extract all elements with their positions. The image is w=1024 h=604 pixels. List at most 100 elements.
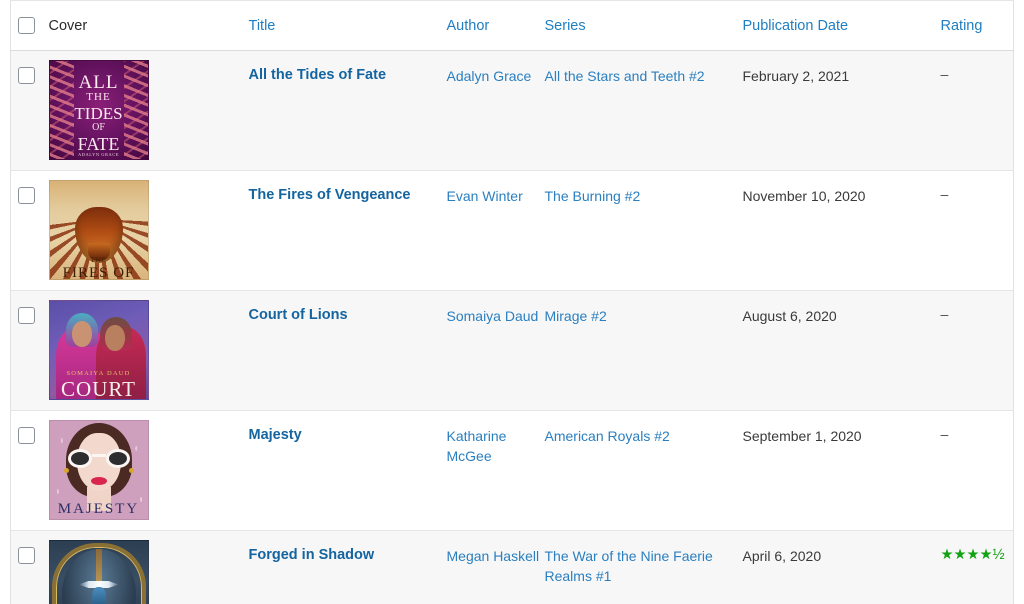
- book-cover-image[interactable]: THE FIRES OF: [48, 180, 149, 280]
- row-title-cell: All the Tides of Fate: [248, 50, 447, 171]
- row-select-cell: [10, 290, 49, 411]
- cover-text-line4: OF: [92, 122, 105, 133]
- cover-text-line2: FIRES OF: [62, 265, 135, 280]
- book-list-page: Cover Title Author Series Publication Da…: [0, 0, 1024, 604]
- book-title-link[interactable]: Court of Lions: [249, 307, 348, 323]
- row-rating-cell: –: [940, 410, 1014, 531]
- book-publication-date: August 6, 2020: [742, 308, 837, 324]
- row-checkbox[interactable]: [18, 426, 35, 444]
- cover-sunglasses-left-icon: [67, 449, 92, 468]
- row-cover-cell: THE FIRES OF: [48, 170, 249, 291]
- book-rating: –: [940, 186, 949, 202]
- row-rating-cell: –: [940, 290, 1014, 411]
- cover-text-line5: FATE: [77, 134, 120, 154]
- cover-earring-right-icon: [128, 468, 134, 473]
- select-all-checkbox[interactable]: [18, 17, 35, 34]
- column-header-rating[interactable]: Rating: [941, 18, 983, 34]
- row-select-cell: [10, 410, 49, 531]
- row-select-cell: [10, 530, 49, 604]
- row-author-cell: Katharine McGee: [446, 410, 545, 531]
- book-rating: ★★★★½: [940, 547, 1005, 563]
- row-title-cell: Forged in Shadow: [248, 530, 447, 604]
- column-header-author[interactable]: Author: [447, 18, 490, 34]
- row-cover-cell: Megan Haskell: [48, 530, 249, 604]
- row-checkbox[interactable]: [18, 186, 35, 204]
- book-author-link[interactable]: Megan Haskell: [447, 546, 540, 566]
- book-title-link[interactable]: The Fires of Vengeance: [249, 187, 411, 203]
- row-date-cell: September 1, 2020: [742, 410, 941, 531]
- book-cover-image[interactable]: ALL THE TIDES OF FATE ADALYN GRACE: [48, 60, 149, 160]
- row-checkbox[interactable]: [18, 546, 35, 564]
- cover-text-line1: ALL: [78, 72, 119, 93]
- book-publication-date: November 10, 2020: [742, 188, 866, 204]
- cover-text-line1: THE: [90, 256, 107, 264]
- row-select-cell: [10, 170, 49, 291]
- row-series-cell: All the Stars and Teeth #2: [544, 50, 743, 171]
- cover-sunglasses-right-icon: [105, 449, 130, 468]
- row-select-cell: [10, 50, 49, 171]
- row-date-cell: February 2, 2021: [742, 50, 941, 171]
- cover-face-left-icon: [71, 321, 92, 347]
- cover-lips-icon: [90, 477, 107, 485]
- row-series-cell: American Royals #2: [544, 410, 743, 531]
- table-row: MAJESTY Majesty Katharine McGee American…: [10, 410, 1014, 531]
- row-rating-cell: –: [940, 170, 1014, 291]
- book-table: Cover Title Author Series Publication Da…: [10, 0, 1014, 604]
- book-title-link[interactable]: Forged in Shadow: [249, 547, 375, 563]
- book-rating: –: [940, 306, 949, 322]
- book-cover-image[interactable]: Megan Haskell: [48, 540, 149, 604]
- row-rating-cell: ★★★★½: [940, 530, 1014, 604]
- column-header-title[interactable]: Title: [249, 18, 276, 34]
- column-header-publication-date[interactable]: Publication Date: [743, 18, 849, 34]
- book-rating: –: [940, 426, 949, 442]
- header-cover-cell: Cover: [48, 0, 249, 51]
- book-publication-date: April 6, 2020: [742, 548, 822, 564]
- column-header-series[interactable]: Series: [545, 18, 586, 34]
- row-checkbox[interactable]: [18, 66, 35, 84]
- book-series-link[interactable]: American Royals #2: [545, 426, 670, 446]
- row-cover-cell: MAJESTY: [48, 410, 249, 531]
- header-title-cell: Title: [248, 0, 447, 51]
- book-title-link[interactable]: All the Tides of Fate: [249, 67, 387, 83]
- row-date-cell: August 6, 2020: [742, 290, 941, 411]
- cover-gold-frame-icon: [51, 543, 146, 604]
- row-title-cell: The Fires of Vengeance: [248, 170, 447, 291]
- header-date-cell: Publication Date: [742, 0, 941, 51]
- cover-byline: ADALYN GRACE: [78, 152, 119, 157]
- table-row: Megan Haskell Forged in Shadow Megan Has…: [10, 530, 1014, 604]
- cover-text-line2: COURT: [61, 377, 136, 400]
- table-header: Cover Title Author Series Publication Da…: [10, 0, 1014, 51]
- book-rating: –: [940, 66, 949, 82]
- book-author-link[interactable]: Adalyn Grace: [447, 66, 532, 86]
- header-series-cell: Series: [544, 0, 743, 51]
- book-author-link[interactable]: Somaiya Daud: [447, 306, 539, 326]
- table-row: THE FIRES OF The Fires of Vengeance Evan…: [10, 170, 1014, 291]
- table-row: SOMAIYA DAUD COURT Court of Lions Somaiy…: [10, 290, 1014, 411]
- table-row: ALL THE TIDES OF FATE ADALYN GRACE All t…: [10, 50, 1014, 171]
- row-title-cell: Majesty: [248, 410, 447, 531]
- book-series-link[interactable]: The War of the Nine Faerie Realms #1: [545, 546, 743, 587]
- book-cover-image[interactable]: SOMAIYA DAUD COURT: [48, 300, 149, 400]
- row-checkbox[interactable]: [18, 306, 35, 324]
- book-author-link[interactable]: Evan Winter: [447, 186, 523, 206]
- cover-sunglasses-bridge-icon: [91, 454, 106, 457]
- row-series-cell: The War of the Nine Faerie Realms #1: [544, 530, 743, 604]
- row-author-cell: Somaiya Daud: [446, 290, 545, 411]
- book-series-link[interactable]: Mirage #2: [545, 306, 607, 326]
- book-publication-date: September 1, 2020: [742, 428, 862, 444]
- header-author-cell: Author: [446, 0, 545, 51]
- book-series-link[interactable]: All the Stars and Teeth #2: [545, 66, 705, 86]
- book-series-link[interactable]: The Burning #2: [545, 186, 641, 206]
- table-body: ALL THE TIDES OF FATE ADALYN GRACE All t…: [10, 50, 1014, 604]
- book-publication-date: February 2, 2021: [742, 68, 850, 84]
- cover-face-right-icon: [104, 325, 125, 351]
- row-cover-cell: ALL THE TIDES OF FATE ADALYN GRACE: [48, 50, 249, 171]
- row-series-cell: Mirage #2: [544, 290, 743, 411]
- row-rating-cell: –: [940, 50, 1014, 171]
- book-author-link[interactable]: Katharine McGee: [447, 426, 545, 467]
- book-title-link[interactable]: Majesty: [249, 427, 302, 443]
- header-rating-cell: Rating: [940, 0, 1014, 51]
- book-cover-image[interactable]: MAJESTY: [48, 420, 149, 520]
- row-cover-cell: SOMAIYA DAUD COURT: [48, 290, 249, 411]
- cover-earring-left-icon: [63, 468, 69, 473]
